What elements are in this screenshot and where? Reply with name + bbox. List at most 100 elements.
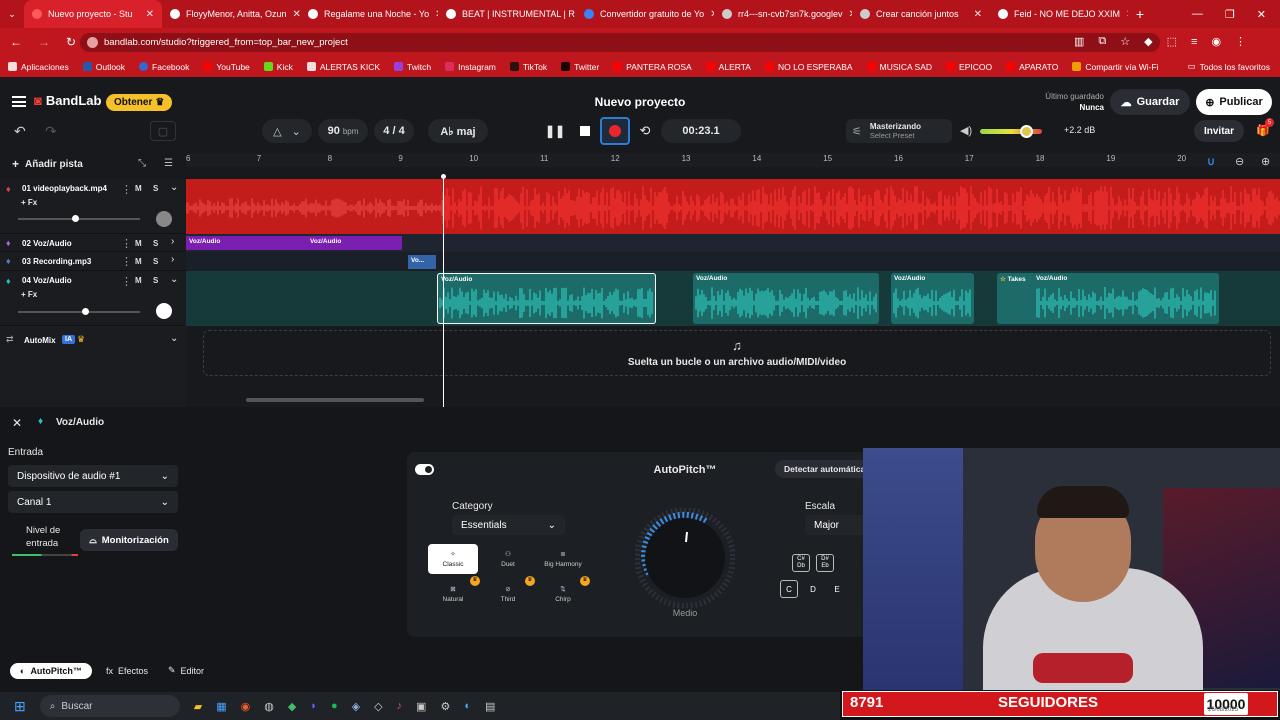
bookmark-item[interactable]: Aplicaciones [8, 62, 69, 72]
media-icon[interactable]: ≡ [1191, 36, 1197, 48]
monitoring-button[interactable]: ⌓ Monitorización [80, 529, 178, 551]
track-header[interactable]: ♦ 04 Voz/Audio ⋮ M S ⌄ + Fx [0, 271, 186, 326]
preset-duet[interactable]: ⚇ Duet [483, 544, 533, 574]
hamburger-menu-icon[interactable] [12, 96, 26, 107]
browser-tab[interactable]: Crear canción juntos ✕ [852, 0, 990, 28]
bookmark-item[interactable]: Instagram [445, 62, 496, 72]
volume-thumb-icon[interactable] [72, 215, 79, 222]
close-icon[interactable]: ✕ [12, 416, 22, 430]
windows-start-icon[interactable]: ⊞ [14, 698, 26, 715]
bookmark-item[interactable]: Outlook [82, 62, 125, 72]
bookmark-item[interactable]: APARATO [1006, 62, 1058, 72]
audio-clip-label[interactable]: Voz/Audio [1033, 273, 1070, 284]
mute-button[interactable]: M [135, 276, 142, 285]
track-header[interactable]: ♦ 02 Voz/Audio ⋮ M S › [0, 234, 186, 252]
star-icon[interactable]: ☆ [1120, 35, 1130, 48]
preset-chirp[interactable]: ⇅ Chirp ♛ [538, 576, 590, 609]
guardar-button[interactable]: ☁ Guardar [1110, 89, 1190, 115]
bookmark-item[interactable]: NO LO ESPERABA [764, 62, 853, 72]
key-d-sharp[interactable]: D# Eb [816, 554, 834, 572]
more-icon[interactable]: ⋮ [121, 275, 132, 288]
more-icon[interactable]: ⋮ [121, 183, 132, 196]
mastering-preset[interactable]: ⚟ Masterizando Select Preset [846, 119, 952, 143]
channel-select[interactable]: Canal 1 ⌄ [8, 491, 178, 513]
chevron-right-icon[interactable]: › [171, 254, 174, 265]
chrome-icon[interactable]: ◉ [241, 700, 251, 713]
solo-button[interactable]: S [153, 184, 158, 193]
preset-classic[interactable]: ✧ Classic [428, 544, 478, 574]
autopitch-toggle[interactable] [415, 464, 434, 475]
bookmark-item[interactable]: ALERTAS KICK [306, 62, 380, 72]
add-track-button[interactable]: + Añadir pista [12, 157, 83, 171]
chevron-down-icon[interactable]: ⌄ [170, 333, 178, 344]
tab-search-button[interactable]: ⌄ [0, 0, 24, 28]
speaker-icon[interactable]: ◀) [960, 124, 972, 137]
back-icon[interactable]: ← [10, 35, 22, 49]
browser-tab[interactable]: Nuevo proyecto - Stu ✕ [24, 0, 162, 28]
app-icon[interactable]: ◍ [264, 700, 274, 713]
key-e[interactable]: E [828, 580, 846, 598]
tab-efectos[interactable]: fx Efectos [100, 663, 154, 679]
new-tab-button[interactable]: + [1128, 0, 1152, 28]
settings-icon[interactable]: ⚙ [440, 700, 450, 713]
app-icon[interactable]: ▣ [416, 700, 426, 713]
preset-natural[interactable]: ⊠ Natural ♛ [428, 576, 480, 609]
url-bar[interactable]: bandlab.com/studio?triggered_from=top_ba… [80, 33, 1160, 52]
horizontal-scrollbar[interactable] [246, 398, 424, 402]
taskbar-search[interactable]: ⌕ Buscar [39, 695, 180, 717]
metronome-toggle[interactable]: △ ⌄ [262, 119, 312, 143]
bookmark-item[interactable]: Twitter [561, 62, 599, 72]
tab-autopitch[interactable]: ◐ AutoPitch™ [10, 662, 92, 679]
pause-button[interactable]: ❚❚ [540, 119, 570, 143]
audio-clip[interactable]: Vo... [408, 255, 436, 269]
key-d[interactable]: D [804, 580, 822, 598]
chevron-right-icon[interactable]: › [171, 236, 174, 247]
audio-device-select[interactable]: Dispositivo de audio #1 ⌄ [8, 465, 178, 487]
extension-icon[interactable]: ◆ [1144, 35, 1152, 48]
preset-third[interactable]: ⊘ Third ♛ [483, 576, 535, 609]
audio-clip[interactable]: Voz/Audio Voz/Audio [186, 236, 402, 250]
category-select[interactable]: Essentials ⌄ [452, 515, 565, 535]
all-bookmarks[interactable]: ▭ Todos los favoritos [1188, 61, 1270, 72]
site-info-icon[interactable] [87, 37, 98, 48]
browser-tab[interactable]: rr4---sn-cvb7sn7k.googlev✕ [714, 0, 852, 28]
mixer-view-icon[interactable]: ▢ [150, 121, 176, 141]
close-tab-icon[interactable]: ✕ [710, 9, 714, 20]
bookmark-item[interactable]: Compartir vía Wi-Fi [1072, 62, 1159, 72]
profile-icon[interactable]: ◉ [1211, 35, 1221, 48]
playhead[interactable] [443, 176, 444, 407]
close-tab-icon[interactable]: ✕ [849, 9, 852, 20]
loop-button[interactable]: ⟲ [634, 119, 656, 143]
more-icon[interactable]: ⋮ [121, 255, 132, 268]
publicar-button[interactable]: ⊕ Publicar [1196, 89, 1272, 115]
project-title[interactable]: Nuevo proyecto [540, 95, 740, 109]
bookmark-item[interactable]: PANTERA ROSA [613, 62, 692, 72]
bandlab-logo[interactable]: ◙ BandLab [34, 93, 101, 108]
restore-icon[interactable]: ❐ [1225, 8, 1235, 21]
minimize-icon[interactable]: — [1192, 8, 1203, 20]
time-signature[interactable]: 4 / 4 [374, 119, 414, 143]
reader-icon[interactable]: ▥ [1074, 35, 1084, 48]
key-selector[interactable]: A♭ maj [428, 119, 488, 143]
close-tab-icon[interactable]: ✕ [1126, 9, 1128, 20]
browser-tab[interactable]: Feid - NO ME DEJO XXIM✕ [990, 0, 1128, 28]
track-lane-voz[interactable]: Voz/Audio Voz/Audio [186, 234, 1280, 252]
track-header[interactable]: ♦ 03 Recording.mp3 ⋮ M S › [0, 252, 186, 271]
zoom-in-icon[interactable]: ⊕ [1261, 155, 1270, 168]
timeline-ruler[interactable]: 6 7 8 9 10 11 12 13 14 15 16 17 18 19 20 [186, 153, 1280, 167]
file-explorer-icon[interactable]: ▰ [194, 700, 202, 713]
preset-big-harmony[interactable]: ≣ Big Harmony [538, 544, 588, 574]
pitch-correction-knob[interactable] [634, 507, 736, 609]
obtener-button[interactable]: Obtener ♛ [106, 94, 173, 111]
bookmark-item[interactable]: Kick [263, 62, 293, 72]
puzzle-icon[interactable]: ⬚ [1167, 35, 1177, 48]
bpm-field[interactable]: 90 bpm [318, 119, 368, 143]
track-header[interactable]: ♦ 01 videoplayback.mp4 ⋮ M S ⌄ + Fx [0, 179, 186, 234]
record-button[interactable] [600, 117, 630, 145]
volume-knob-icon[interactable] [1020, 125, 1033, 138]
app-icon[interactable]: ◇ [374, 700, 382, 713]
snap-magnet-icon[interactable]: ∪ [1207, 155, 1215, 168]
close-tab-icon[interactable]: ✕ [293, 9, 300, 20]
bookmark-item[interactable]: MUSICA SAD [866, 62, 932, 72]
app-icon[interactable]: ◐ [464, 700, 471, 712]
